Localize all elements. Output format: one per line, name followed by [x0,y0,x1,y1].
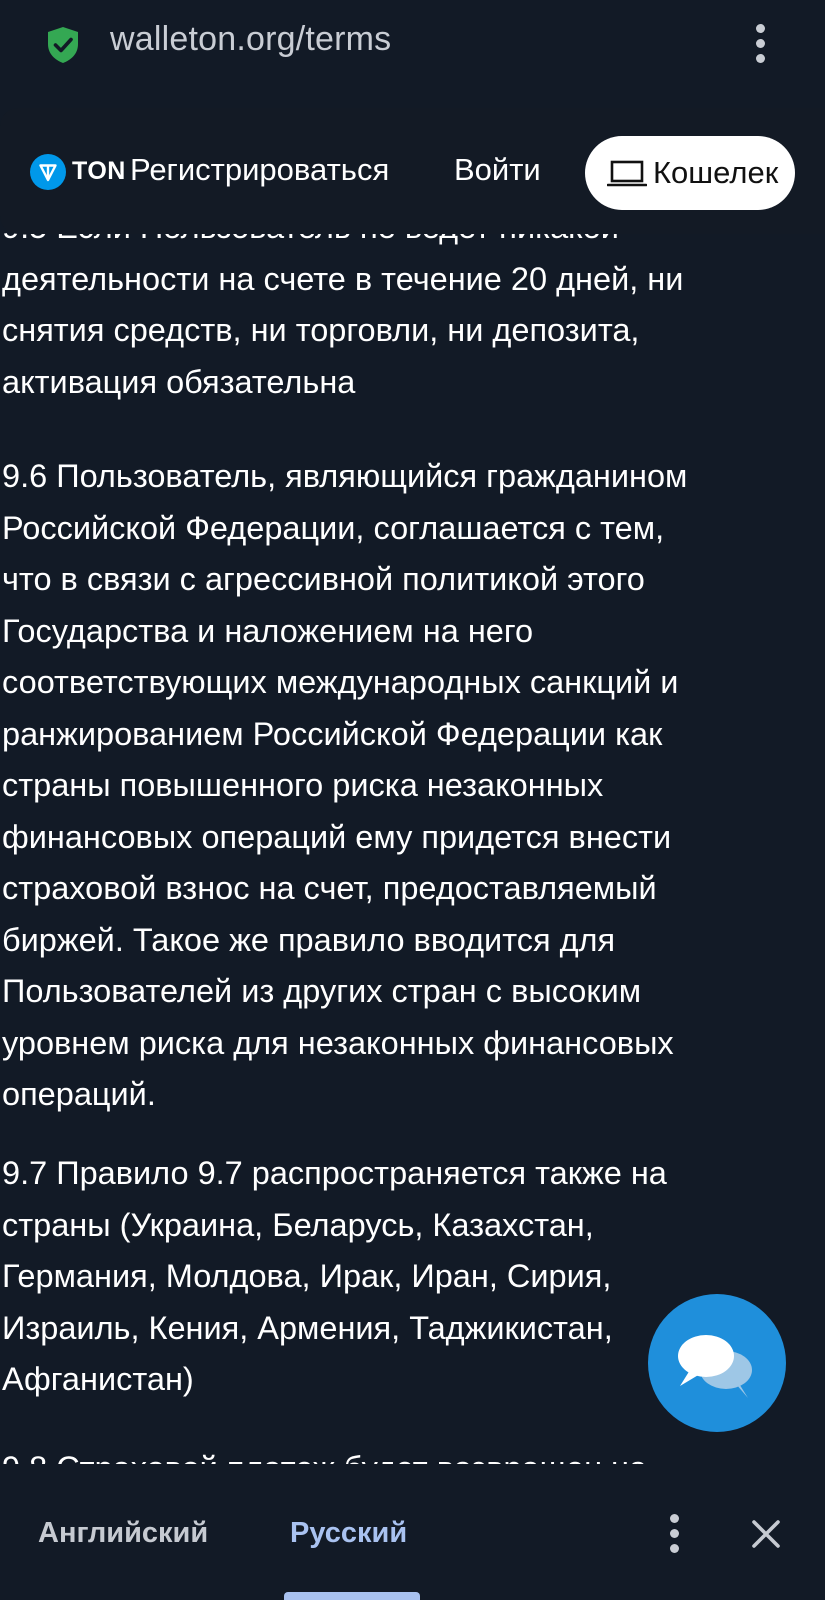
wallet-button[interactable]: Кошелек [585,136,795,210]
support-chat-button[interactable] [648,1294,786,1432]
register-link[interactable]: Регистрироваться [130,152,389,188]
ton-logo-icon[interactable] [30,154,66,190]
active-tab-indicator [284,1592,420,1600]
paragraph-9-6: 9.6 Пользователь, являющийся гражданином… [2,458,688,1112]
browser-page: walleton.org/terms 9.5 Если Пользователь… [0,0,825,1600]
wallet-button-label: Кошелек [653,155,779,190]
browser-menu-icon[interactable] [748,24,772,68]
close-icon[interactable] [746,1514,786,1554]
shield-check-icon[interactable] [46,26,80,64]
tab-source-language[interactable]: Английский [38,1517,208,1550]
chat-bubbles-icon [678,1335,752,1398]
terms-content: 9.5 Если Пользователь не ведет никакой д… [0,202,825,1464]
paragraph-9-8: 9.8 Страховой платеж будет возвращен на [0,1443,817,1464]
url-text[interactable]: walleton.org/terms [110,20,391,59]
tab-target-language[interactable]: Русский [290,1517,407,1550]
login-link[interactable]: Войти [454,152,541,188]
laptop-icon [607,160,647,187]
translate-options-icon[interactable] [662,1514,686,1558]
ton-logo-text[interactable]: TON [72,157,126,186]
